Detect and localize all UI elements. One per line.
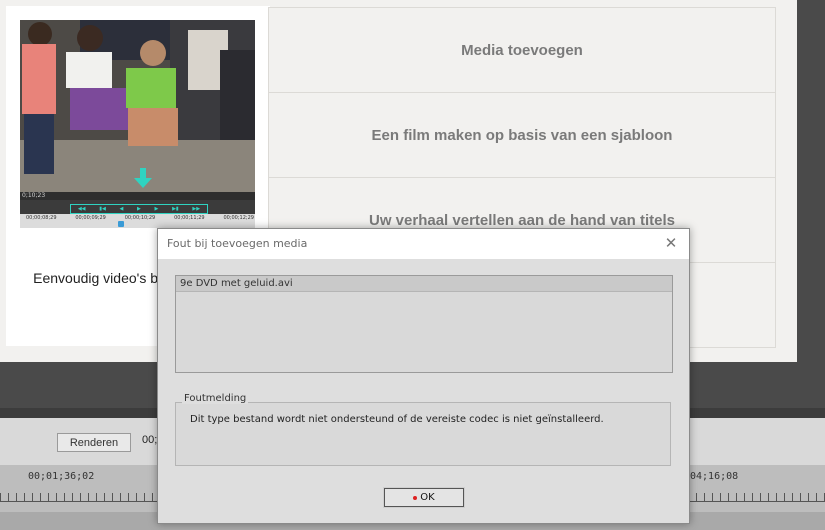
ok-button-label: OK [420,492,435,503]
skip-end-icon: ▶▶ [192,206,201,212]
timeline-timecode-right: 04;16;08 [690,471,739,482]
error-group-label: Foutmelding [182,393,249,404]
preview-photo [20,20,255,192]
playhead-marker [118,221,124,227]
add-media-action[interactable]: Media toevoegen [268,7,776,92]
preview-ruler-time: 00;00;11;29 [174,215,205,221]
play-icon: ▶ [137,206,141,212]
file-list[interactable]: 9e DVD met geluid.avi [175,275,673,373]
preview-ruler: 00;00;08;29 00;00;09;29 00;00;10;29 00;0… [20,214,255,228]
error-message-box: Dit type bestand wordt niet ondersteund … [175,402,671,466]
step-fwd-icon: ▶ [154,206,159,212]
family-photo-image [20,20,255,192]
toolbar-timecode: 00; [142,434,158,446]
file-list-item[interactable]: 9e DVD met geluid.avi [176,276,672,292]
error-message: Dit type bestand wordt niet ondersteund … [190,414,604,425]
preview-ruler-time: 00;00;08;29 [26,215,57,221]
dialog-title: Fout bij toevoegen media [167,237,308,250]
down-arrow-icon [134,178,152,188]
skip-start-icon: ◀◀ [77,206,86,212]
close-icon[interactable]: ✕ [661,233,681,253]
error-group: Dit type bestand wordt niet ondersteund … [175,393,671,466]
preview-transport-controls: ◀◀ ▮◀ ◀ ▶ ▶ ▶▮ ▶▶ [70,204,208,214]
ok-button[interactable]: OK [383,487,465,508]
next-icon: ▶▮ [172,206,179,212]
timeline-timecode-left: 00;01;36;02 [28,471,95,482]
preview-ruler-time: 00;00;12;29 [223,215,254,221]
preview-ruler-time: 00;00;10;29 [124,215,156,221]
prev-icon: ▮◀ [99,206,106,212]
step-back-icon: ◀ [119,206,124,212]
preview-ruler-time: 00;00;09;29 [75,215,106,221]
dialog-titlebar[interactable]: Fout bij toevoegen media ✕ [158,229,689,259]
error-dialog: Fout bij toevoegen media ✕ 9e DVD met ge… [157,228,690,524]
focus-dot-icon [413,495,418,500]
template-movie-action[interactable]: Een film maken op basis van een sjabloon [268,92,776,177]
preview-timecode: 0;10;23 [22,192,46,199]
render-button[interactable]: Renderen [57,433,131,452]
preview-timeline: 0;10;23 ◀◀ ▮◀ ◀ ▶ ▶ ▶▮ ▶▶ 00;00;08;29 00… [20,192,255,228]
